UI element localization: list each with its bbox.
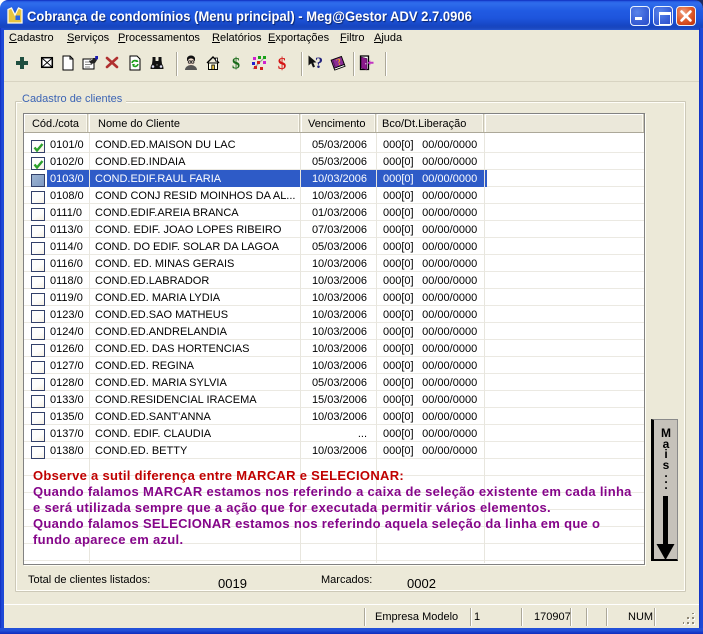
- svg-text:$: $: [232, 56, 240, 72]
- svg-text:?: ?: [315, 55, 323, 71]
- svg-text:$: $: [278, 55, 287, 71]
